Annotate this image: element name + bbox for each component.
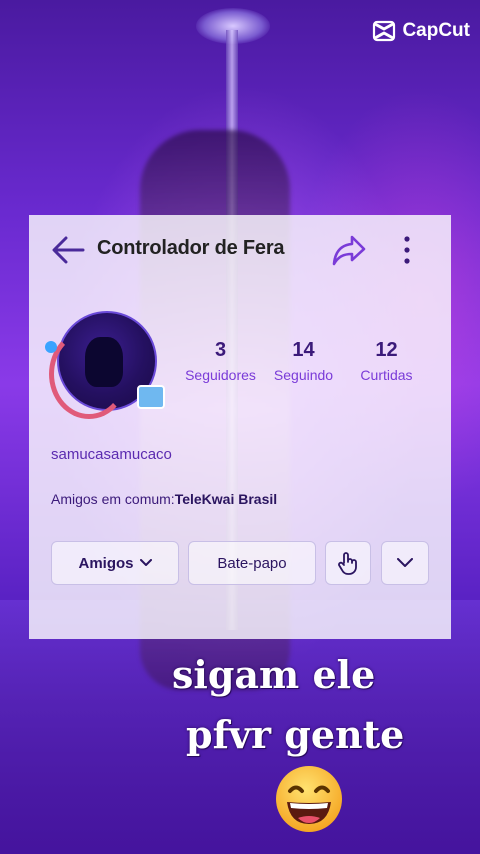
- stat-likes[interactable]: 12 Curtidas: [345, 339, 428, 383]
- more-options-icon[interactable]: [399, 235, 415, 265]
- mutual-friends: Amigos em comum:TeleKwai Brasil: [51, 491, 277, 507]
- profile-stats: 3 Seguidores 14 Seguindo 12 Curtidas: [179, 339, 429, 383]
- avatar[interactable]: [45, 311, 165, 419]
- share-icon[interactable]: [331, 233, 367, 267]
- stat-following[interactable]: 14 Seguindo: [262, 339, 345, 383]
- profile-header: Controlador de Fera: [29, 215, 451, 281]
- more-actions-button[interactable]: [381, 541, 429, 585]
- grinning-face-emoji: [276, 766, 342, 832]
- caption-line-2: pfvr gente: [186, 712, 405, 757]
- mutual-friend-link[interactable]: TeleKwai Brasil: [175, 491, 277, 507]
- stat-value: 12: [375, 339, 398, 361]
- stat-value: 14: [292, 339, 315, 361]
- watermark-label: CapCut: [402, 20, 470, 41]
- stat-label: Curtidas: [360, 367, 413, 383]
- profile-title: Controlador de Fera: [97, 237, 285, 259]
- chat-button[interactable]: Bate-papo: [188, 541, 316, 585]
- poke-button[interactable]: [325, 541, 371, 585]
- username: samucasamucaco: [51, 446, 172, 463]
- camera-badge-icon: [137, 385, 165, 409]
- chevron-down-icon: [139, 559, 152, 566]
- capcut-logo-icon: [373, 20, 396, 42]
- stat-label: Seguindo: [273, 367, 334, 383]
- friends-button[interactable]: Amigos: [51, 541, 179, 585]
- capcut-watermark: CapCut: [372, 20, 470, 42]
- hand-tap-icon: [338, 552, 357, 575]
- stat-followers[interactable]: 3 Seguidores: [179, 339, 262, 383]
- avatar-sparkle-icon: [45, 341, 57, 353]
- caption-line-1: sigam ele: [172, 652, 376, 697]
- avatar-person: [85, 337, 123, 387]
- mutual-friends-label: Amigos em comum:: [51, 491, 175, 507]
- stat-value: 3: [214, 339, 227, 361]
- back-arrow-icon[interactable]: [51, 235, 85, 265]
- chevron-down-icon: [397, 558, 413, 567]
- profile-card: Controlador de Fera 3 Seguidores 14 Segu…: [29, 215, 451, 639]
- stat-label: Seguidores: [185, 367, 256, 383]
- chat-button-label: Bate-papo: [217, 554, 287, 572]
- friends-button-label: Amigos: [78, 554, 134, 572]
